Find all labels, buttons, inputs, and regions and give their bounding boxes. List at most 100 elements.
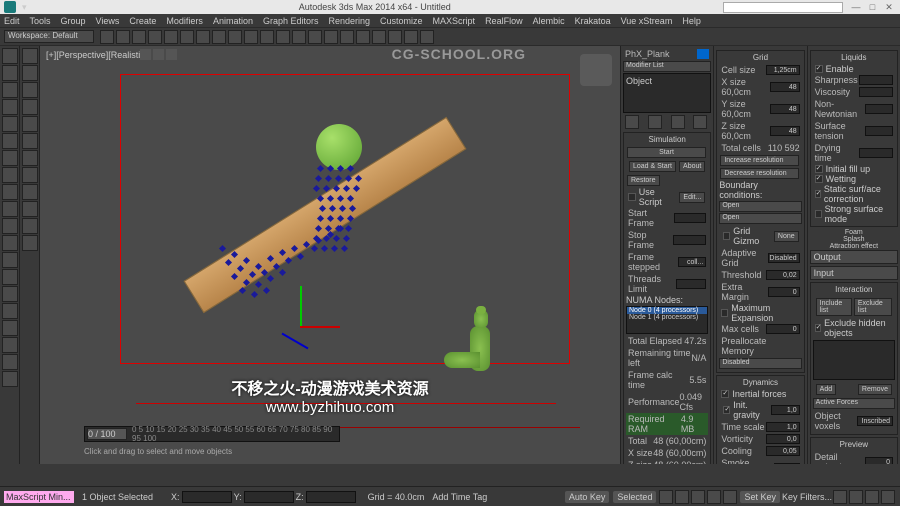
select-name-button[interactable]: [180, 30, 194, 44]
framestep-dropdown[interactable]: coll...: [678, 257, 707, 267]
tool-icon[interactable]: [2, 337, 18, 353]
curve-editor-button[interactable]: [356, 30, 370, 44]
output-rollout[interactable]: Output: [810, 250, 898, 264]
load-start-button[interactable]: Load & Start: [629, 161, 676, 172]
workspace-dropdown[interactable]: Workspace: Default: [4, 30, 94, 43]
tool-icon[interactable]: [2, 320, 18, 336]
detailred-spinner[interactable]: 0: [865, 457, 893, 464]
play-button[interactable]: [691, 490, 705, 504]
strongsurf-checkbox[interactable]: [815, 210, 822, 218]
menu-tools[interactable]: Tools: [30, 16, 51, 26]
object-name[interactable]: PhX_Plank: [625, 49, 670, 59]
add-button[interactable]: Add: [816, 384, 836, 395]
object-color-swatch[interactable]: [697, 49, 709, 59]
align-button[interactable]: [324, 30, 338, 44]
tool-icon[interactable]: [22, 201, 38, 217]
x-coord-input[interactable]: [182, 491, 232, 503]
use-script-checkbox[interactable]: [628, 193, 636, 201]
preview-rollout[interactable]: Preview: [813, 440, 895, 449]
modifier-stack[interactable]: Object: [623, 73, 711, 113]
timescale-spinner[interactable]: 1,0: [766, 422, 800, 432]
tool-icon[interactable]: [2, 235, 18, 251]
drying-spinner[interactable]: [859, 148, 893, 158]
menu-grapheditors[interactable]: Graph Editors: [263, 16, 319, 26]
tool-icon[interactable]: [2, 150, 18, 166]
margin-spinner[interactable]: 0: [768, 287, 800, 297]
render-button[interactable]: [420, 30, 434, 44]
remove-button[interactable]: Remove: [858, 384, 892, 395]
menu-rendering[interactable]: Rendering: [329, 16, 371, 26]
vp-icon[interactable]: [166, 49, 177, 60]
excludelist-button[interactable]: Exclude list: [854, 298, 892, 316]
tool-icon[interactable]: [2, 269, 18, 285]
menu-group[interactable]: Group: [61, 16, 86, 26]
surfcorr-checkbox[interactable]: [815, 190, 821, 198]
includelist-button[interactable]: Include list: [816, 298, 852, 316]
gravity-spinner[interactable]: 1,0: [771, 405, 800, 415]
liquids-rollout[interactable]: Liquids: [813, 53, 895, 62]
tool-icon[interactable]: [22, 218, 38, 234]
material-editor-button[interactable]: [388, 30, 402, 44]
menu-help[interactable]: Help: [682, 16, 701, 26]
nav-icon[interactable]: [881, 490, 895, 504]
tool-icon[interactable]: [2, 48, 18, 64]
tool-icon[interactable]: [2, 133, 18, 149]
stack-icon[interactable]: [671, 115, 685, 129]
scale-button[interactable]: [228, 30, 242, 44]
vorticity-spinner[interactable]: 0,0: [766, 434, 800, 444]
tool-icon[interactable]: [2, 82, 18, 98]
initfill-checkbox[interactable]: [815, 165, 823, 173]
tool-icon[interactable]: [22, 235, 38, 251]
vp-icon[interactable]: [153, 49, 164, 60]
menu-modifiers[interactable]: Modifiers: [166, 16, 203, 26]
sharpness-spinner[interactable]: [859, 75, 893, 85]
enable-checkbox[interactable]: [815, 65, 823, 73]
tool-icon[interactable]: [2, 167, 18, 183]
maxcells-spinner[interactable]: 0: [766, 324, 800, 334]
selected-filter[interactable]: Selected: [613, 491, 656, 503]
prev-frame-button[interactable]: [675, 490, 689, 504]
menu-customize[interactable]: Customize: [380, 16, 423, 26]
mirror-button[interactable]: [308, 30, 322, 44]
sphere-object[interactable]: [316, 124, 362, 170]
tool-icon[interactable]: [22, 133, 38, 149]
menu-edit[interactable]: Edit: [4, 16, 20, 26]
close-button[interactable]: ✕: [882, 2, 896, 13]
nonnewt-spinner[interactable]: [865, 104, 893, 114]
link-button[interactable]: [132, 30, 146, 44]
menu-animation[interactable]: Animation: [213, 16, 253, 26]
viscosity-spinner[interactable]: [859, 87, 893, 97]
layers-button[interactable]: [340, 30, 354, 44]
select-button[interactable]: [164, 30, 178, 44]
tool-icon[interactable]: [22, 65, 38, 81]
tool-icon[interactable]: [22, 167, 38, 183]
time-slider[interactable]: 0 / 100: [87, 428, 127, 440]
next-frame-button[interactable]: [707, 490, 721, 504]
modifier-list-dropdown[interactable]: Modifier List: [623, 61, 711, 72]
help-search-input[interactable]: [723, 2, 843, 13]
gravity-checkbox[interactable]: [723, 406, 730, 414]
threshold-spinner[interactable]: 0,02: [766, 270, 800, 280]
minimize-button[interactable]: —: [849, 2, 863, 12]
undo-button[interactable]: [100, 30, 114, 44]
nav-icon[interactable]: [849, 490, 863, 504]
tool-icon[interactable]: [22, 150, 38, 166]
tool-icon[interactable]: [2, 65, 18, 81]
goto-end-button[interactable]: [723, 490, 737, 504]
y-coord-input[interactable]: [244, 491, 294, 503]
tool-icon[interactable]: [2, 303, 18, 319]
autokey-toggle[interactable]: Auto Key: [565, 491, 610, 503]
nav-icon[interactable]: [865, 490, 879, 504]
menu-realflow[interactable]: RealFlow: [485, 16, 523, 26]
wetting-checkbox[interactable]: [815, 175, 823, 183]
timeline[interactable]: 0 / 100 0 5 10 15 20 25 30 35 40 45 50 5…: [84, 426, 340, 442]
refcoord-dropdown[interactable]: [244, 30, 258, 44]
menu-alembic[interactable]: Alembic: [533, 16, 565, 26]
viewport[interactable]: [+][Perspective][Realistic] CG-SCHOOL.OR…: [40, 46, 620, 464]
stop-frame-spinner[interactable]: [673, 235, 706, 245]
viewport-label[interactable]: [+][Perspective][Realistic]: [46, 50, 147, 60]
inertial-checkbox[interactable]: [721, 390, 729, 398]
surften-spinner[interactable]: [865, 126, 893, 136]
about-button[interactable]: About: [679, 161, 705, 172]
boundary-y-dropdown[interactable]: Open: [719, 213, 801, 224]
